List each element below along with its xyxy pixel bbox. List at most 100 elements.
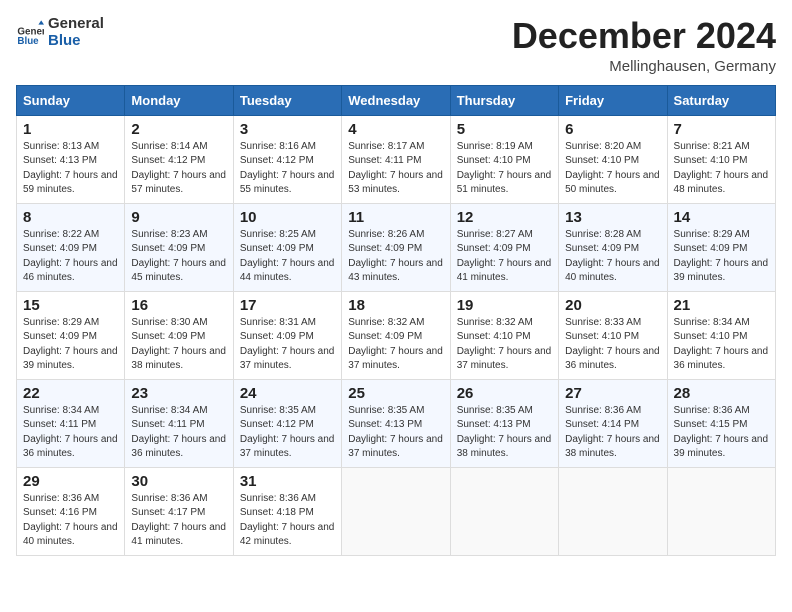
location-subtitle: Mellinghausen, Germany [512,58,776,75]
cell-text: Sunrise: 8:14 AMSunset: 4:12 PMDaylight:… [131,141,226,196]
cell-text: Sunrise: 8:35 AMSunset: 4:12 PMDaylight:… [240,405,335,460]
day-number: 17 [240,297,335,314]
calendar-cell: 1 Sunrise: 8:13 AMSunset: 4:13 PMDayligh… [17,115,125,203]
day-number: 10 [240,209,335,226]
cell-text: Sunrise: 8:26 AMSunset: 4:09 PMDaylight:… [348,229,443,284]
day-number: 11 [348,209,443,226]
calendar-week-3: 15 Sunrise: 8:29 AMSunset: 4:09 PMDaylig… [17,291,776,379]
calendar-cell: 25 Sunrise: 8:35 AMSunset: 4:13 PMDaylig… [342,379,450,467]
cell-text: Sunrise: 8:32 AMSunset: 4:09 PMDaylight:… [348,317,443,372]
cell-text: Sunrise: 8:31 AMSunset: 4:09 PMDaylight:… [240,317,335,372]
weekday-header-thursday: Thursday [450,85,558,115]
page-header: General Blue General Blue December 2024 … [16,16,776,75]
cell-text: Sunrise: 8:36 AMSunset: 4:18 PMDaylight:… [240,493,335,548]
day-number: 6 [565,121,660,138]
cell-text: Sunrise: 8:35 AMSunset: 4:13 PMDaylight:… [348,405,443,460]
cell-text: Sunrise: 8:35 AMSunset: 4:13 PMDaylight:… [457,405,552,460]
cell-text: Sunrise: 8:19 AMSunset: 4:10 PMDaylight:… [457,141,552,196]
calendar-cell [667,467,775,555]
weekday-header-sunday: Sunday [17,85,125,115]
day-number: 5 [457,121,552,138]
day-number: 16 [131,297,226,314]
calendar-cell: 6 Sunrise: 8:20 AMSunset: 4:10 PMDayligh… [559,115,667,203]
cell-text: Sunrise: 8:29 AMSunset: 4:09 PMDaylight:… [674,229,769,284]
cell-text: Sunrise: 8:23 AMSunset: 4:09 PMDaylight:… [131,229,226,284]
cell-text: Sunrise: 8:27 AMSunset: 4:09 PMDaylight:… [457,229,552,284]
calendar-cell [559,467,667,555]
day-number: 7 [674,121,769,138]
day-number: 22 [23,385,118,402]
cell-text: Sunrise: 8:17 AMSunset: 4:11 PMDaylight:… [348,141,443,196]
calendar-cell: 28 Sunrise: 8:36 AMSunset: 4:15 PMDaylig… [667,379,775,467]
calendar-cell: 4 Sunrise: 8:17 AMSunset: 4:11 PMDayligh… [342,115,450,203]
month-title: December 2024 [512,16,776,56]
calendar-week-4: 22 Sunrise: 8:34 AMSunset: 4:11 PMDaylig… [17,379,776,467]
cell-text: Sunrise: 8:22 AMSunset: 4:09 PMDaylight:… [23,229,118,284]
calendar-cell: 3 Sunrise: 8:16 AMSunset: 4:12 PMDayligh… [233,115,341,203]
day-number: 21 [674,297,769,314]
day-number: 30 [131,473,226,490]
cell-text: Sunrise: 8:25 AMSunset: 4:09 PMDaylight:… [240,229,335,284]
calendar-cell: 20 Sunrise: 8:33 AMSunset: 4:10 PMDaylig… [559,291,667,379]
cell-text: Sunrise: 8:36 AMSunset: 4:17 PMDaylight:… [131,493,226,548]
cell-text: Sunrise: 8:34 AMSunset: 4:10 PMDaylight:… [674,317,769,372]
calendar-cell: 29 Sunrise: 8:36 AMSunset: 4:16 PMDaylig… [17,467,125,555]
cell-text: Sunrise: 8:28 AMSunset: 4:09 PMDaylight:… [565,229,660,284]
calendar-cell [342,467,450,555]
calendar-week-2: 8 Sunrise: 8:22 AMSunset: 4:09 PMDayligh… [17,203,776,291]
day-number: 9 [131,209,226,226]
calendar-cell: 9 Sunrise: 8:23 AMSunset: 4:09 PMDayligh… [125,203,233,291]
cell-text: Sunrise: 8:21 AMSunset: 4:10 PMDaylight:… [674,141,769,196]
weekday-header-row: SundayMondayTuesdayWednesdayThursdayFrid… [17,85,776,115]
cell-text: Sunrise: 8:34 AMSunset: 4:11 PMDaylight:… [23,405,118,460]
calendar-cell: 10 Sunrise: 8:25 AMSunset: 4:09 PMDaylig… [233,203,341,291]
calendar-cell: 30 Sunrise: 8:36 AMSunset: 4:17 PMDaylig… [125,467,233,555]
day-number: 20 [565,297,660,314]
calendar-cell: 19 Sunrise: 8:32 AMSunset: 4:10 PMDaylig… [450,291,558,379]
cell-text: Sunrise: 8:33 AMSunset: 4:10 PMDaylight:… [565,317,660,372]
weekday-header-wednesday: Wednesday [342,85,450,115]
calendar-cell: 12 Sunrise: 8:27 AMSunset: 4:09 PMDaylig… [450,203,558,291]
day-number: 29 [23,473,118,490]
cell-text: Sunrise: 8:30 AMSunset: 4:09 PMDaylight:… [131,317,226,372]
logo-general: General [48,16,104,33]
weekday-header-friday: Friday [559,85,667,115]
day-number: 18 [348,297,443,314]
calendar-week-5: 29 Sunrise: 8:36 AMSunset: 4:16 PMDaylig… [17,467,776,555]
day-number: 4 [348,121,443,138]
day-number: 31 [240,473,335,490]
calendar-table: SundayMondayTuesdayWednesdayThursdayFrid… [16,85,776,556]
day-number: 27 [565,385,660,402]
day-number: 26 [457,385,552,402]
weekday-header-monday: Monday [125,85,233,115]
calendar-cell: 26 Sunrise: 8:35 AMSunset: 4:13 PMDaylig… [450,379,558,467]
calendar-cell: 2 Sunrise: 8:14 AMSunset: 4:12 PMDayligh… [125,115,233,203]
calendar-cell: 24 Sunrise: 8:35 AMSunset: 4:12 PMDaylig… [233,379,341,467]
calendar-cell: 11 Sunrise: 8:26 AMSunset: 4:09 PMDaylig… [342,203,450,291]
calendar-cell: 16 Sunrise: 8:30 AMSunset: 4:09 PMDaylig… [125,291,233,379]
calendar-cell: 15 Sunrise: 8:29 AMSunset: 4:09 PMDaylig… [17,291,125,379]
calendar-cell: 8 Sunrise: 8:22 AMSunset: 4:09 PMDayligh… [17,203,125,291]
weekday-header-saturday: Saturday [667,85,775,115]
cell-text: Sunrise: 8:20 AMSunset: 4:10 PMDaylight:… [565,141,660,196]
calendar-cell: 7 Sunrise: 8:21 AMSunset: 4:10 PMDayligh… [667,115,775,203]
day-number: 12 [457,209,552,226]
day-number: 15 [23,297,118,314]
cell-text: Sunrise: 8:36 AMSunset: 4:14 PMDaylight:… [565,405,660,460]
calendar-cell: 23 Sunrise: 8:34 AMSunset: 4:11 PMDaylig… [125,379,233,467]
svg-text:Blue: Blue [17,36,39,47]
calendar-cell: 5 Sunrise: 8:19 AMSunset: 4:10 PMDayligh… [450,115,558,203]
day-number: 2 [131,121,226,138]
day-number: 1 [23,121,118,138]
calendar-cell: 27 Sunrise: 8:36 AMSunset: 4:14 PMDaylig… [559,379,667,467]
cell-text: Sunrise: 8:13 AMSunset: 4:13 PMDaylight:… [23,141,118,196]
logo-blue: Blue [48,33,104,50]
day-number: 23 [131,385,226,402]
calendar-cell: 31 Sunrise: 8:36 AMSunset: 4:18 PMDaylig… [233,467,341,555]
calendar-cell: 18 Sunrise: 8:32 AMSunset: 4:09 PMDaylig… [342,291,450,379]
cell-text: Sunrise: 8:32 AMSunset: 4:10 PMDaylight:… [457,317,552,372]
day-number: 24 [240,385,335,402]
day-number: 3 [240,121,335,138]
cell-text: Sunrise: 8:36 AMSunset: 4:16 PMDaylight:… [23,493,118,548]
calendar-cell: 22 Sunrise: 8:34 AMSunset: 4:11 PMDaylig… [17,379,125,467]
